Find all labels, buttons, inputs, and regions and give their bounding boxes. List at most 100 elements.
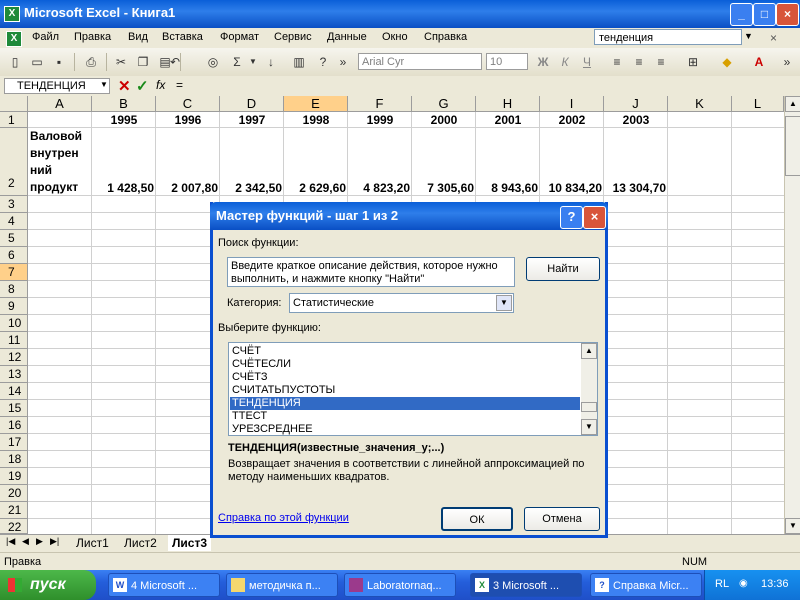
column-header-j[interactable]: J — [604, 96, 668, 112]
column-header-g[interactable]: G — [412, 96, 476, 112]
cell-b2[interactable]: 1 428,50 — [92, 180, 154, 196]
close-workbook-icon[interactable]: × — [770, 31, 777, 45]
help-search-input[interactable]: тенденция — [594, 29, 742, 45]
prev-sheet-icon[interactable]: ◀ — [22, 536, 29, 547]
function-list-item[interactable]: СЧИТАТЬПУСТОТЫ — [230, 384, 580, 397]
borders-icon[interactable]: ⊞ — [684, 53, 702, 71]
row-header-11[interactable]: 11 — [0, 332, 28, 349]
align-left-icon[interactable]: ≡ — [608, 53, 626, 71]
row-header-20[interactable]: 20 — [0, 485, 28, 502]
cell-a2[interactable]: Валовой внутрен ний продукт — [30, 128, 90, 196]
cell-e2[interactable]: 2 629,60 — [284, 180, 346, 196]
sheet-tab-3[interactable]: Лист3 — [168, 535, 212, 551]
function-list-item[interactable]: УРЕЗСРЕДНЕЕ — [230, 423, 580, 436]
menu-tools[interactable]: Сервис — [274, 31, 312, 43]
first-sheet-icon[interactable]: |◀ — [6, 536, 15, 547]
row-header-8[interactable]: 8 — [0, 281, 28, 298]
help-icon[interactable]: ? — [314, 53, 332, 71]
task-excel[interactable]: X 3 Microsoft ... — [470, 573, 582, 597]
cell-c2[interactable]: 2 007,80 — [156, 180, 218, 196]
enter-icon[interactable]: ✓ — [136, 77, 149, 95]
dialog-close-button[interactable]: × — [583, 206, 606, 229]
chevron-down-icon[interactable]: ▼ — [496, 295, 512, 311]
last-sheet-icon[interactable]: ▶| — [50, 536, 59, 547]
cell-d1[interactable]: 1997 — [220, 112, 284, 128]
function-list-item[interactable]: СЧЁТЕСЛИ — [230, 358, 580, 371]
cell-h1[interactable]: 2001 — [476, 112, 540, 128]
column-header-k[interactable]: K — [668, 96, 732, 112]
menu-view[interactable]: Вид — [128, 31, 148, 43]
column-header-c[interactable]: C — [156, 96, 220, 112]
cell-f2[interactable]: 4 823,20 — [348, 180, 410, 196]
menu-file[interactable]: Файл — [32, 31, 59, 43]
cancel-button[interactable]: Отмена — [524, 507, 600, 531]
cut-icon[interactable]: ✂ — [112, 53, 130, 71]
name-box[interactable]: ТЕНДЕНЦИЯ — [4, 78, 110, 94]
cell-i1[interactable]: 2002 — [540, 112, 604, 128]
font-size-select[interactable]: 10 — [486, 53, 528, 70]
task-archive[interactable]: Laboratornaq... — [344, 573, 456, 597]
cell-e1[interactable]: 1998 — [284, 112, 348, 128]
bold-icon[interactable]: Ж — [534, 53, 552, 71]
cell-c1[interactable]: 1996 — [156, 112, 220, 128]
row-header-1[interactable]: 1 — [0, 112, 28, 128]
save-icon[interactable]: ▪ — [50, 53, 68, 71]
cancel-icon[interactable]: ✕ — [118, 77, 131, 95]
chart-icon[interactable]: ▥ — [290, 53, 308, 71]
menu-help[interactable]: Справка — [424, 31, 467, 43]
scroll-up-icon[interactable]: ▲ — [785, 96, 800, 112]
copy-icon[interactable]: ❐ — [134, 53, 152, 71]
search-function-input[interactable]: Введите краткое описание действия, котор… — [227, 257, 515, 287]
list-scroll-thumb[interactable] — [581, 402, 597, 412]
sheet-tab-1[interactable]: Лист1 — [72, 535, 113, 551]
title-bar[interactable]: X Microsoft Excel - Книга1 _ □ × — [0, 0, 800, 28]
sort-icon[interactable]: ↓ — [262, 53, 280, 71]
cell-b1[interactable]: 1995 — [92, 112, 156, 128]
column-header-d[interactable]: D — [220, 96, 284, 112]
row-header-10[interactable]: 10 — [0, 315, 28, 332]
language-indicator[interactable]: RL — [715, 578, 729, 590]
cell-i2[interactable]: 10 834,20 — [540, 180, 602, 196]
toolbar-more-icon[interactable]: » — [778, 53, 796, 71]
chevron-down-icon[interactable]: ▼ — [744, 31, 753, 41]
row-header-14[interactable]: 14 — [0, 383, 28, 400]
start-button[interactable]: пуск — [0, 570, 96, 600]
row-header-21[interactable]: 21 — [0, 502, 28, 519]
align-right-icon[interactable]: ≡ — [652, 53, 670, 71]
column-header-f[interactable]: F — [348, 96, 412, 112]
row-header-16[interactable]: 16 — [0, 417, 28, 434]
fill-color-icon[interactable]: ◆ — [718, 53, 736, 71]
row-header-6[interactable]: 6 — [0, 247, 28, 264]
chevron-down-icon[interactable]: ▼ — [244, 53, 262, 71]
column-header-b[interactable]: B — [92, 96, 156, 112]
menu-format[interactable]: Формат — [220, 31, 259, 43]
row-header-17[interactable]: 17 — [0, 434, 28, 451]
function-help-link[interactable]: Справка по этой функции — [218, 512, 349, 524]
font-color-icon[interactable]: A — [750, 53, 768, 71]
vertical-scrollbar[interactable]: ▲ ▼ — [784, 96, 800, 534]
cell-g2[interactable]: 7 305,60 — [412, 180, 474, 196]
new-icon[interactable]: ▯ — [6, 53, 24, 71]
dialog-help-button[interactable]: ? — [560, 206, 583, 229]
row-header-22[interactable]: 22 — [0, 519, 28, 534]
row-header-3[interactable]: 3 — [0, 196, 28, 213]
function-list-item[interactable]: СЧЁТЗ — [230, 371, 580, 384]
function-list-item[interactable]: ТТЕСТ — [230, 410, 580, 423]
row-header-9[interactable]: 9 — [0, 298, 28, 315]
print-icon[interactable]: ⎙ — [82, 53, 100, 71]
align-center-icon[interactable]: ≡ — [630, 53, 648, 71]
toolbar-options-icon[interactable]: » — [334, 53, 352, 71]
ok-button[interactable]: ОК — [441, 507, 513, 531]
underline-icon[interactable]: Ч — [578, 53, 596, 71]
list-scroll-down-icon[interactable]: ▼ — [581, 419, 597, 435]
column-header-e[interactable]: E — [284, 96, 348, 112]
font-name-select[interactable]: Arial Cyr — [358, 53, 482, 70]
function-list-item[interactable]: СЧЁТ — [230, 345, 580, 358]
list-scroll-up-icon[interactable]: ▲ — [581, 343, 597, 359]
chevron-down-icon[interactable]: ▼ — [100, 80, 108, 89]
menu-insert[interactable]: Вставка — [162, 31, 203, 43]
minimize-button[interactable]: _ — [730, 3, 753, 26]
column-header-l[interactable]: L — [732, 96, 784, 112]
cell-j2[interactable]: 13 304,70 — [604, 180, 666, 196]
task-folder[interactable]: методичка п... — [226, 573, 338, 597]
